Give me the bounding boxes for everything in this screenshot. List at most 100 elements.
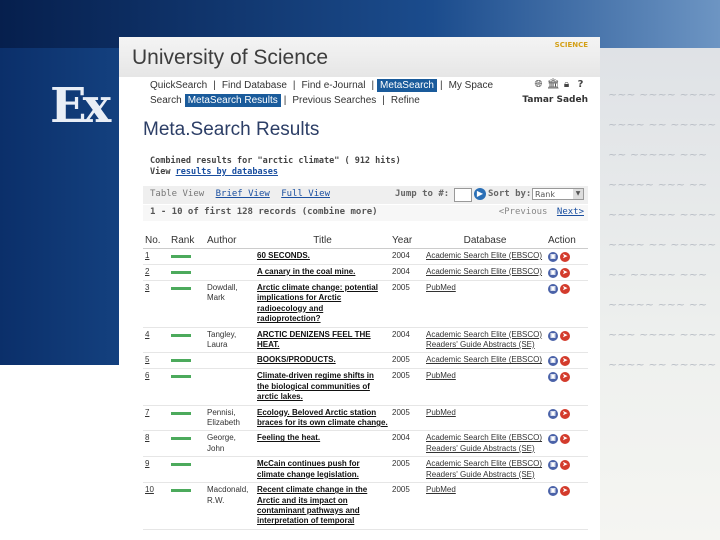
record-number[interactable]: 3: [143, 280, 169, 328]
nav-find-ejournal[interactable]: Find e-Journal: [299, 79, 369, 92]
database-link[interactable]: Academic Search Elite (EBSCO): [424, 248, 546, 265]
table-header-row: No. Rank Author Title Year Database Acti…: [143, 233, 588, 249]
next-link[interactable]: Next>: [557, 207, 584, 217]
save-record-icon[interactable]: ▣: [548, 284, 558, 294]
brief-view-link[interactable]: Brief View: [216, 189, 270, 199]
get-it-icon[interactable]: ➤: [560, 330, 570, 341]
record-title-link[interactable]: McCain continues push for climate change…: [257, 459, 360, 478]
database-link[interactable]: PubMed: [424, 482, 546, 530]
database-link[interactable]: PubMed: [424, 280, 546, 328]
record-title-link[interactable]: Feeling the heat.: [257, 433, 320, 442]
sort-value: Rank: [535, 190, 555, 199]
nav-search[interactable]: Search: [147, 94, 185, 107]
nav-separator: |: [439, 80, 443, 91]
author-cell: [205, 352, 255, 370]
get-it-icon[interactable]: ➤: [560, 460, 570, 471]
nav-find-database[interactable]: Find Database: [219, 79, 290, 92]
database-link[interactable]: PubMed: [424, 368, 546, 406]
column-header-database[interactable]: Database: [424, 233, 546, 249]
page-title: Meta.Search Results: [143, 119, 320, 140]
record-number[interactable]: 7: [143, 405, 169, 432]
action-cell: ▣ ➤: [546, 482, 588, 530]
record-number[interactable]: 2: [143, 264, 169, 281]
record-number[interactable]: 5: [143, 352, 169, 370]
results-body: 1 60 SECONDS. 2004 Academic Search Elite (E…: [143, 248, 588, 530]
database-link[interactable]: Academic Search Elite (EBSCO) Readers' G…: [424, 430, 546, 458]
database-link[interactable]: Academic Search Elite (EBSCO) Readers' G…: [424, 327, 546, 354]
record-title-link[interactable]: ARCTIC DENIZENS FEEL THE HEAT.: [257, 330, 371, 349]
column-header-title[interactable]: Title: [255, 233, 390, 249]
database-link[interactable]: Academic Search Elite (EBSCO) Readers' G…: [424, 456, 546, 484]
save-record-icon[interactable]: ▣: [548, 252, 558, 262]
rank-bar: [171, 375, 191, 379]
decorative-manuscript: ~~~ ~~~~ ~~~~ ~~~~ ~~ ~~~~~ ~~ ~~~~~ ~~~…: [600, 48, 720, 540]
rank-bar: [171, 359, 191, 363]
nav-metasearch-results[interactable]: MetaSearch Results: [184, 94, 281, 107]
title-cell: BOOKS/PRODUCTS.: [255, 352, 390, 370]
get-it-icon[interactable]: ➤: [560, 434, 570, 445]
nav-previous-searches[interactable]: Previous Searches: [289, 94, 379, 107]
save-record-icon[interactable]: ▣: [548, 408, 558, 419]
lock-icon[interactable]: 🔒︎: [561, 79, 572, 90]
save-record-icon[interactable]: ▣: [548, 460, 558, 471]
record-title-link[interactable]: A canary in the coal mine.: [257, 267, 355, 276]
help-icon[interactable]: ?: [575, 79, 586, 90]
record-title-link[interactable]: Arctic climate change: potential implica…: [257, 283, 378, 323]
save-record-icon[interactable]: ▣: [548, 486, 558, 497]
column-header-year[interactable]: Year: [390, 233, 424, 249]
get-it-icon[interactable]: ➤: [560, 408, 570, 419]
rank-cell: [169, 456, 205, 484]
nav-my-space[interactable]: My Space: [446, 79, 496, 92]
nav-metasearch[interactable]: MetaSearch: [377, 79, 437, 92]
get-it-icon[interactable]: ➤: [560, 486, 570, 497]
jump-input[interactable]: [454, 188, 472, 202]
results-by-databases-link[interactable]: results by databases: [176, 167, 278, 177]
app-banner: University of Science SCIENCE: [119, 37, 600, 77]
record-title-link[interactable]: Recent climate change in the Arctic and …: [257, 485, 367, 525]
title-cell: Recent climate change in the Arctic and …: [255, 482, 390, 530]
get-it-icon[interactable]: ➤: [560, 268, 570, 278]
app-title: University of Science: [132, 46, 329, 69]
record-number[interactable]: 9: [143, 456, 169, 484]
get-it-icon[interactable]: ➤: [560, 356, 570, 367]
library-icon[interactable]: 🏛︎: [547, 79, 560, 90]
record-range: 1 - 10 of first 128 records (combine mor…: [150, 207, 378, 217]
record-number[interactable]: 8: [143, 430, 169, 458]
database-link[interactable]: PubMed: [424, 405, 546, 432]
database-link[interactable]: Academic Search Elite (EBSCO): [424, 264, 546, 281]
nav-refine[interactable]: Refine: [388, 94, 423, 107]
record-title-link[interactable]: Ecology. Beloved Arctic station braces f…: [257, 408, 388, 427]
record-title-link[interactable]: 60 SECONDS.: [257, 251, 310, 260]
globe-icon[interactable]: 🌐︎: [533, 79, 544, 90]
save-record-icon[interactable]: ▣: [548, 330, 558, 341]
column-header-rank[interactable]: Rank: [169, 233, 205, 249]
rank-cell: [169, 327, 205, 354]
column-header-author[interactable]: Author: [205, 233, 255, 249]
get-it-icon[interactable]: ➤: [560, 252, 570, 262]
record-number[interactable]: 6: [143, 368, 169, 406]
record-number[interactable]: 10: [143, 482, 169, 530]
rank-cell: [169, 430, 205, 458]
get-it-icon[interactable]: ➤: [560, 372, 570, 383]
sort-select[interactable]: Rank ▼: [532, 188, 584, 200]
year-cell: 2005: [390, 352, 424, 370]
nav-quicksearch[interactable]: QuickSearch: [147, 79, 210, 92]
save-record-icon[interactable]: ▣: [548, 268, 558, 278]
get-it-icon[interactable]: ➤: [560, 284, 570, 294]
record-number[interactable]: 1: [143, 248, 169, 265]
record-title-link[interactable]: Climate-driven regime shifts in the biol…: [257, 371, 374, 401]
save-record-icon[interactable]: ▣: [548, 372, 558, 383]
go-button[interactable]: ▶: [474, 188, 486, 200]
record-number[interactable]: 4: [143, 327, 169, 354]
database-link[interactable]: Academic Search Elite (EBSCO): [424, 352, 546, 370]
table-view-option[interactable]: Table View: [150, 189, 204, 199]
full-view-link[interactable]: Full View: [281, 189, 330, 199]
save-record-icon[interactable]: ▣: [548, 434, 558, 445]
save-record-icon[interactable]: ▣: [548, 356, 558, 367]
table-row: 9 McCain continues push for climate chang…: [143, 456, 588, 484]
record-title-link[interactable]: BOOKS/PRODUCTS.: [257, 355, 336, 364]
action-cell: ▣ ➤: [546, 352, 588, 370]
view-toolbar: Table View Brief View Full View Jump to …: [143, 186, 588, 204]
column-header-no[interactable]: No.: [143, 233, 169, 249]
previous-link[interactable]: <Previous: [499, 207, 548, 217]
